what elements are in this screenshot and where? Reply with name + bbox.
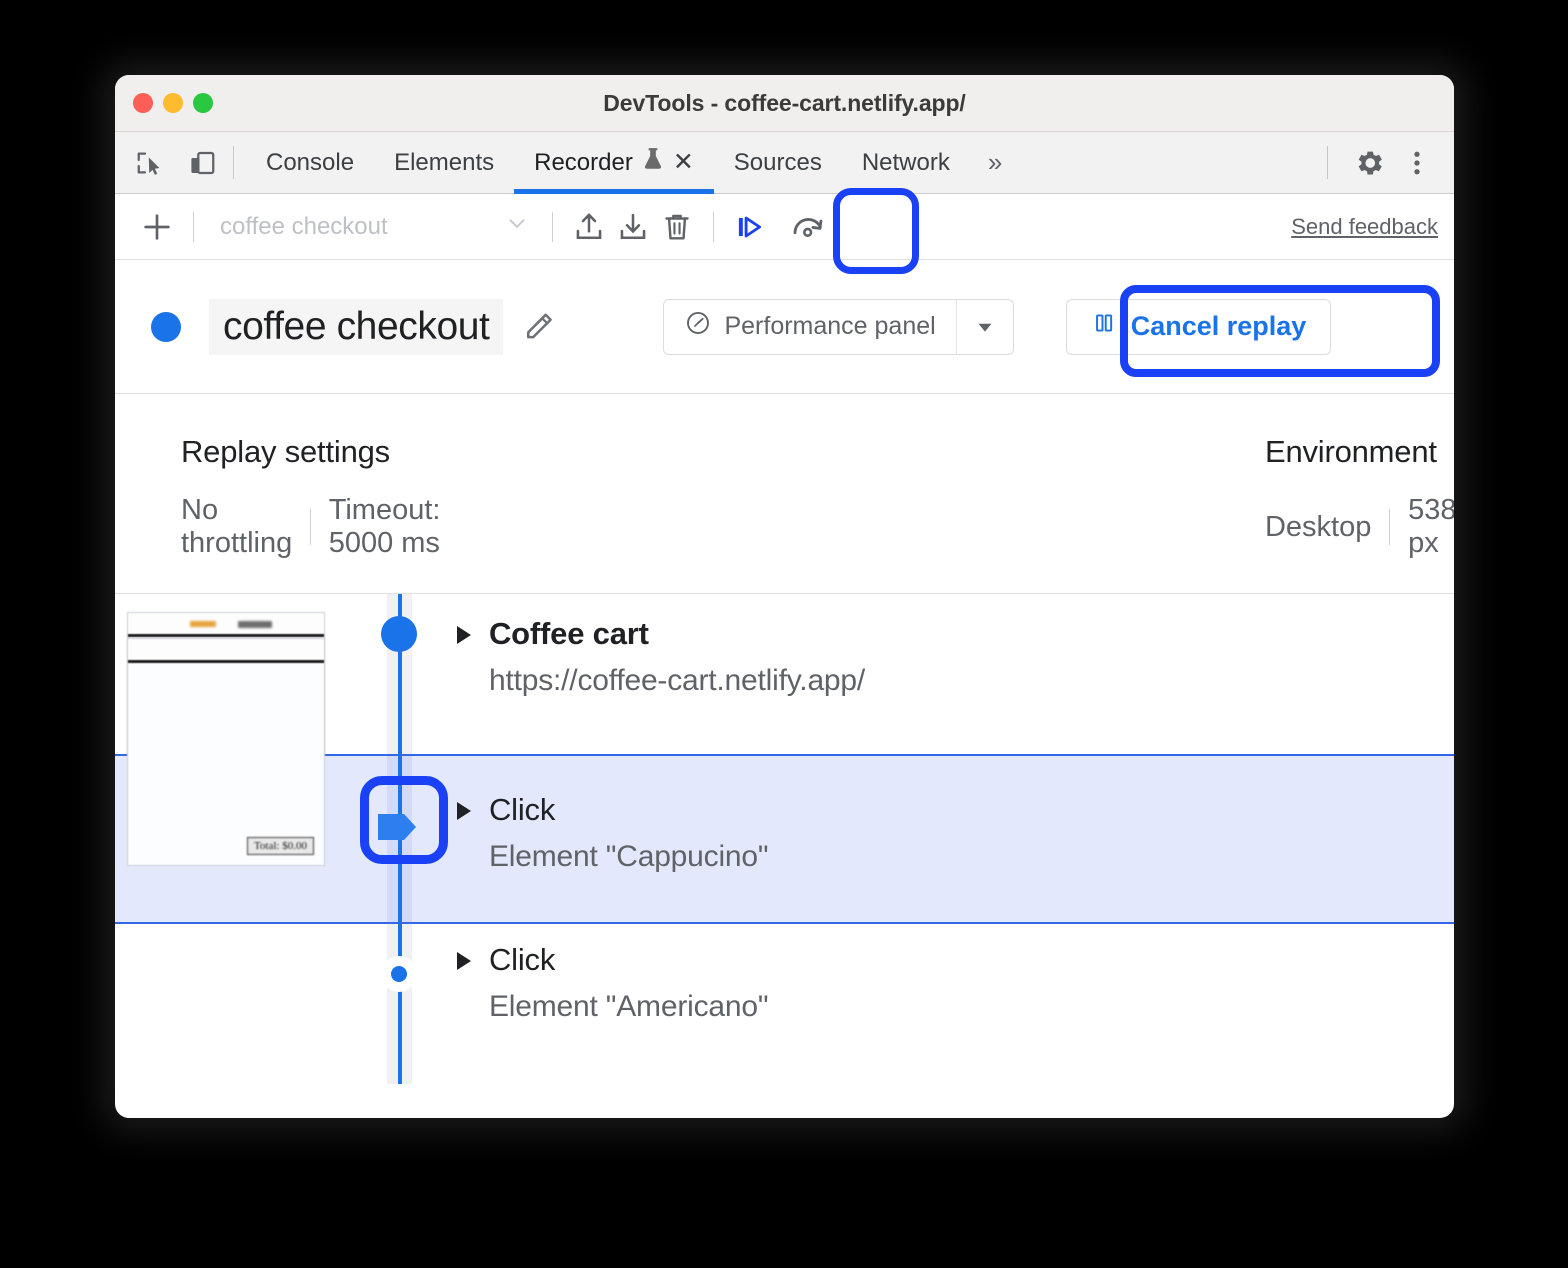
title-bar: DevTools - coffee-cart.netlify.app/ xyxy=(115,75,1454,132)
replay-settings-values: No throttling Timeout: 5000 ms xyxy=(181,494,441,560)
replay-settings-column: Replay settings No throttling Timeout: 5… xyxy=(115,434,441,593)
step-title: Click xyxy=(489,942,555,978)
pause-icon xyxy=(1091,310,1117,343)
step-content: Coffee cart https://coffee-cart.netlify.… xyxy=(447,594,865,754)
timeline-marker-current-step-arrow xyxy=(376,806,424,848)
thumbnail-page-header xyxy=(128,613,324,637)
device-value: Desktop xyxy=(1265,511,1371,544)
tab-console[interactable]: Console xyxy=(246,132,374,193)
timeline-marker-dot-filled xyxy=(381,616,417,652)
toolbar-divider xyxy=(233,146,234,179)
replay-settings-title: Replay settings xyxy=(181,434,441,470)
cancel-replay-button[interactable]: Cancel replay xyxy=(1066,299,1332,355)
value-divider xyxy=(1389,509,1390,545)
step-title: Click xyxy=(489,792,555,828)
devtools-tab-strip: Console Elements Recorder ✕ Sources Netw… xyxy=(115,132,1454,194)
replay-with-performance-icon[interactable] xyxy=(786,205,830,249)
devtools-right-tools xyxy=(1315,132,1454,193)
step-timeline-cell xyxy=(351,924,447,1084)
thumbnail-menu-link xyxy=(190,621,216,627)
more-options-icon[interactable] xyxy=(1398,144,1436,182)
experiment-flask-icon xyxy=(642,146,664,179)
tab-elements[interactable]: Elements xyxy=(374,132,514,193)
step-screenshot-thumbnail: Total: $0.00 xyxy=(127,638,325,866)
tab-network[interactable]: Network xyxy=(842,132,970,193)
recorder-toolbar: coffee checkout xyxy=(115,194,1454,260)
recording-header: coffee checkout Performance panel xyxy=(115,260,1454,394)
edit-pencil-icon[interactable] xyxy=(521,305,559,348)
tab-label: Network xyxy=(862,149,950,177)
settings-gear-icon[interactable] xyxy=(1350,144,1388,182)
more-tabs-icon[interactable]: » xyxy=(970,132,1020,193)
close-window-button[interactable] xyxy=(133,93,153,113)
throttling-value: No throttling xyxy=(181,494,292,560)
maximize-window-button[interactable] xyxy=(193,93,213,113)
tab-label: Recorder xyxy=(534,149,633,177)
expand-step-icon[interactable] xyxy=(457,626,471,644)
thumbnail-cart-link xyxy=(238,621,272,628)
step-screenshot-cell xyxy=(115,924,351,1084)
steps-list: Total: $0.00 Coffee cart https://coffee-… xyxy=(115,594,1454,1084)
step-screenshot-cell: Total: $0.00 xyxy=(115,756,351,922)
table-row[interactable]: Click Element "Americano" xyxy=(115,924,1454,1084)
performance-gauge-icon xyxy=(684,309,712,344)
replay-status-indicator xyxy=(151,312,181,342)
import-recording-icon[interactable] xyxy=(611,205,655,249)
environment-values: Desktop 538×624 px xyxy=(1265,494,1454,560)
devtools-window: DevTools - coffee-cart.netlify.app/ Cons… xyxy=(115,75,1454,1118)
step-title: Coffee cart xyxy=(489,616,649,652)
step-content: Click Element "Cappucino" xyxy=(447,756,768,922)
toolbar-divider xyxy=(713,212,714,242)
step-subtitle: Element "Cappucino" xyxy=(489,840,768,874)
delete-recording-icon[interactable] xyxy=(655,205,699,249)
timeline-marker-dot-ring xyxy=(381,956,417,992)
step-timeline-cell xyxy=(351,594,447,754)
expand-step-icon[interactable] xyxy=(457,952,471,970)
recording-name: coffee checkout xyxy=(209,299,503,355)
toolbar-divider xyxy=(552,212,553,242)
inspect-element-icon[interactable] xyxy=(131,144,169,182)
step-replay-icon[interactable] xyxy=(728,205,772,249)
step-content: Click Element "Americano" xyxy=(447,924,768,1084)
thumbnail-page-header xyxy=(128,639,324,663)
toolbar-divider xyxy=(1327,146,1328,179)
recording-select[interactable]: coffee checkout xyxy=(208,210,538,243)
timeline-line xyxy=(398,924,402,1084)
devtools-left-tools xyxy=(115,132,221,193)
tab-label: Sources xyxy=(734,149,822,177)
tab-label: Console xyxy=(266,149,354,177)
tab-sources[interactable]: Sources xyxy=(714,132,842,193)
panel-tabs: Console Elements Recorder ✕ Sources Netw… xyxy=(246,132,1020,193)
export-recording-icon[interactable] xyxy=(567,205,611,249)
thumbnail-page-body xyxy=(128,663,324,866)
expand-step-icon[interactable] xyxy=(457,802,471,820)
window-title: DevTools - coffee-cart.netlify.app/ xyxy=(115,90,1454,117)
environment-column: Environment Desktop 538×624 px xyxy=(1265,434,1454,593)
add-recording-button[interactable] xyxy=(135,205,179,249)
close-icon[interactable]: ✕ xyxy=(673,150,694,175)
environment-title: Environment xyxy=(1265,434,1454,470)
replay-target-select[interactable]: Performance panel xyxy=(663,299,1013,355)
cancel-replay-label: Cancel replay xyxy=(1131,311,1307,342)
toolbar-divider xyxy=(193,212,194,242)
step-subtitle: https://coffee-cart.netlify.app/ xyxy=(489,664,865,698)
settings-summary: Replay settings No throttling Timeout: 5… xyxy=(115,394,1454,594)
thumbnail-total-label: Total: $0.00 xyxy=(247,837,314,855)
minimize-window-button[interactable] xyxy=(163,93,183,113)
chevron-down-icon[interactable] xyxy=(957,316,1013,338)
replay-target-value: Performance panel xyxy=(724,312,935,341)
tab-label: Elements xyxy=(394,149,494,177)
table-row[interactable]: Total: $0.00 Click Element "Cappucino" xyxy=(115,754,1454,924)
tab-recorder[interactable]: Recorder ✕ xyxy=(514,132,714,193)
send-feedback-link[interactable]: Send feedback xyxy=(1291,214,1438,240)
step-subtitle: Element "Americano" xyxy=(489,990,768,1024)
device-toolbar-icon[interactable] xyxy=(183,144,221,182)
step-timeline-cell xyxy=(351,756,447,922)
chevron-down-icon xyxy=(504,210,530,243)
viewport-value: 538×624 px xyxy=(1408,494,1454,560)
recording-select-value: coffee checkout xyxy=(220,213,388,241)
window-controls xyxy=(133,93,213,113)
timeout-value: Timeout: 5000 ms xyxy=(329,494,441,560)
